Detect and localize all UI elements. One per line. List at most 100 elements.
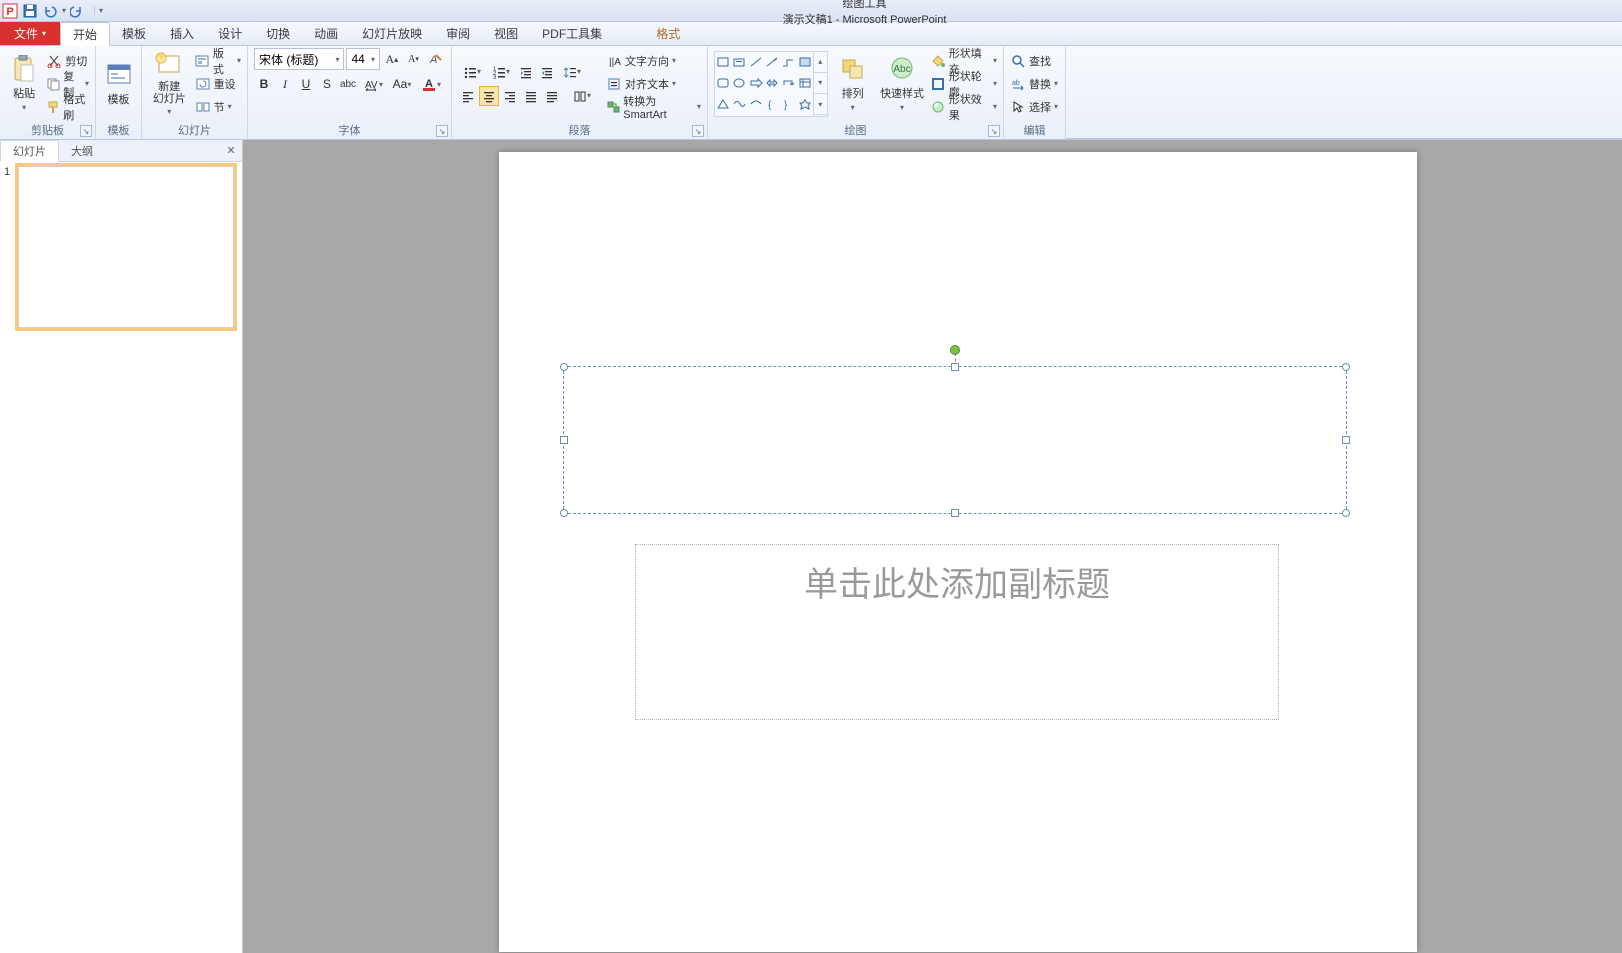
slide-thumbnail-preview	[18, 166, 234, 328]
thumb-pane-close[interactable]: ✕	[220, 140, 242, 161]
workspace: 幻灯片 大纲 ✕ 1	[0, 140, 1622, 953]
cut-icon	[46, 53, 62, 69]
copy-icon	[46, 76, 60, 92]
group-paragraph-label: 段落	[569, 122, 591, 138]
font-color-button[interactable]: A▾	[417, 74, 445, 94]
contextual-tab-label: 绘图工具	[107, 0, 1622, 11]
arrange-button[interactable]: 排列▾	[832, 49, 874, 119]
grow-font-button[interactable]: A▴	[382, 49, 402, 69]
font-size-combo[interactable]: 44▾	[346, 48, 380, 70]
section-icon	[195, 99, 211, 115]
slide-editor[interactable]: 单击此处添加副标题	[243, 140, 1622, 953]
title-placeholder-selected[interactable]	[563, 366, 1347, 514]
window-title-text: 演示文稿1 - Microsoft PowerPoint	[783, 14, 947, 26]
thumb-tab-outline[interactable]: 大纲	[59, 140, 105, 161]
smartart-button[interactable]: 转换为 SmartArt▾	[606, 96, 701, 118]
shape-effects-button[interactable]: 形状效果▾	[931, 96, 997, 118]
tab-home[interactable]: 开始	[60, 22, 110, 46]
svg-text:P: P	[6, 6, 13, 18]
group-drawing: { } ▴ ▾ ▾ 排列▾ Abc 快速样式▾ 形状填充▾ 形	[708, 46, 1004, 139]
replace-button[interactable]: ab替换▾	[1010, 73, 1058, 95]
underline-button[interactable]: U	[296, 74, 316, 94]
clear-format-button[interactable]: A	[425, 49, 445, 69]
qat-customize-icon[interactable]: ▾	[94, 6, 107, 15]
numbering-button[interactable]: 123▾	[487, 62, 515, 82]
format-painter-button[interactable]: 格式刷	[46, 96, 89, 118]
italic-button[interactable]: I	[275, 74, 295, 94]
reset-icon	[195, 76, 211, 92]
layout-button[interactable]: 版式▾	[195, 50, 241, 72]
drawing-launcher[interactable]: ↘	[988, 125, 1000, 137]
group-clipboard: 粘贴 ▾ 剪切 复制▾ 格式刷 剪贴板↘	[0, 46, 96, 139]
font-name-combo[interactable]: 宋体 (标题)▾	[254, 48, 344, 70]
group-editing-label: 编辑	[1004, 121, 1065, 139]
thumb-tab-slides[interactable]: 幻灯片	[0, 140, 59, 162]
undo-icon[interactable]	[42, 3, 58, 19]
paste-button[interactable]: 粘贴 ▾	[6, 49, 42, 119]
text-direction-button[interactable]: ||A文字方向▾	[606, 50, 701, 72]
group-template: 模板 模板	[96, 46, 142, 139]
new-slide-icon	[155, 51, 183, 79]
align-right-button[interactable]	[500, 86, 520, 106]
bold-button[interactable]: B	[254, 74, 274, 94]
increase-indent-button[interactable]	[537, 62, 557, 82]
gallery-more-icon[interactable]: ▾	[814, 94, 827, 115]
save-icon[interactable]	[22, 3, 38, 19]
undo-more-icon[interactable]: ▾	[62, 6, 66, 15]
shapes-gallery[interactable]: { } ▴ ▾ ▾	[714, 51, 828, 117]
shape-fill-icon	[931, 53, 946, 69]
columns-button[interactable]: ▾	[568, 86, 596, 106]
group-slides: 新建 幻灯片 ▾ 版式▾ 重设 节▾ 幻灯片	[142, 46, 248, 139]
group-editing: 查找 ab替换▾ 选择▾ 编辑	[1004, 46, 1066, 139]
paragraph-launcher[interactable]: ↘	[692, 125, 704, 137]
slide-number: 1	[4, 166, 14, 328]
distribute-button[interactable]	[542, 86, 562, 106]
shape-effects-icon	[931, 99, 946, 115]
app-icon: P	[2, 3, 18, 19]
section-button[interactable]: 节▾	[195, 96, 241, 118]
shrink-font-button[interactable]: A▾	[404, 49, 424, 69]
thumbnail-pane: 幻灯片 大纲 ✕ 1	[0, 140, 243, 953]
line-spacing-button[interactable]: ▾	[558, 62, 586, 82]
group-paragraph: ▾ 123▾ ▾ ▾ ||A文字方向▾ 对齐文本▾	[452, 46, 708, 139]
shadow-button[interactable]: abc	[338, 74, 358, 94]
find-button[interactable]: 查找	[1010, 50, 1058, 72]
paste-icon	[10, 55, 38, 83]
reset-button[interactable]: 重设	[195, 73, 241, 95]
svg-text:3: 3	[493, 75, 497, 79]
font-launcher[interactable]: ↘	[436, 125, 448, 137]
bullets-button[interactable]: ▾	[458, 62, 486, 82]
subtitle-placeholder-text: 单击此处添加副标题	[804, 545, 1110, 606]
group-clipboard-label: 剪贴板	[31, 122, 64, 138]
window-title: 绘图工具 演示文稿1 - Microsoft PowerPoint	[107, 0, 1622, 27]
group-template-label: 模板	[96, 121, 141, 139]
slide-canvas[interactable]: 单击此处添加副标题	[499, 152, 1417, 952]
align-text-icon	[606, 76, 622, 92]
strike-button[interactable]: S	[317, 74, 337, 94]
group-slides-label: 幻灯片	[142, 121, 247, 139]
tab-file[interactable]: 文件▾	[0, 22, 60, 45]
new-slide-button[interactable]: 新建 幻灯片 ▾	[148, 49, 191, 119]
select-button[interactable]: 选择▾	[1010, 96, 1058, 118]
svg-text:{: {	[768, 100, 772, 110]
align-left-button[interactable]	[458, 86, 478, 106]
justify-button[interactable]	[521, 86, 541, 106]
quick-styles-button[interactable]: Abc 快速样式▾	[877, 49, 926, 119]
change-case-button[interactable]: Aa▾	[388, 74, 416, 94]
subtitle-placeholder[interactable]: 单击此处添加副标题	[635, 544, 1279, 720]
gallery-down-icon[interactable]: ▾	[814, 73, 827, 94]
char-spacing-button[interactable]: AV▾	[359, 74, 387, 94]
slide-thumbnail[interactable]: 1	[4, 166, 238, 328]
svg-text:||A: ||A	[609, 57, 621, 68]
align-center-button[interactable]	[479, 86, 499, 106]
select-icon	[1010, 99, 1026, 115]
align-text-button[interactable]: 对齐文本▾	[606, 73, 701, 95]
text-direction-icon: ||A	[606, 53, 622, 69]
clipboard-launcher[interactable]: ↘	[80, 125, 92, 137]
template-button[interactable]: 模板	[102, 49, 135, 119]
redo-icon[interactable]	[70, 3, 86, 19]
svg-text:}: }	[784, 100, 788, 110]
gallery-up-icon[interactable]: ▴	[814, 52, 827, 73]
decrease-indent-button[interactable]	[516, 62, 536, 82]
format-painter-icon	[46, 99, 60, 115]
